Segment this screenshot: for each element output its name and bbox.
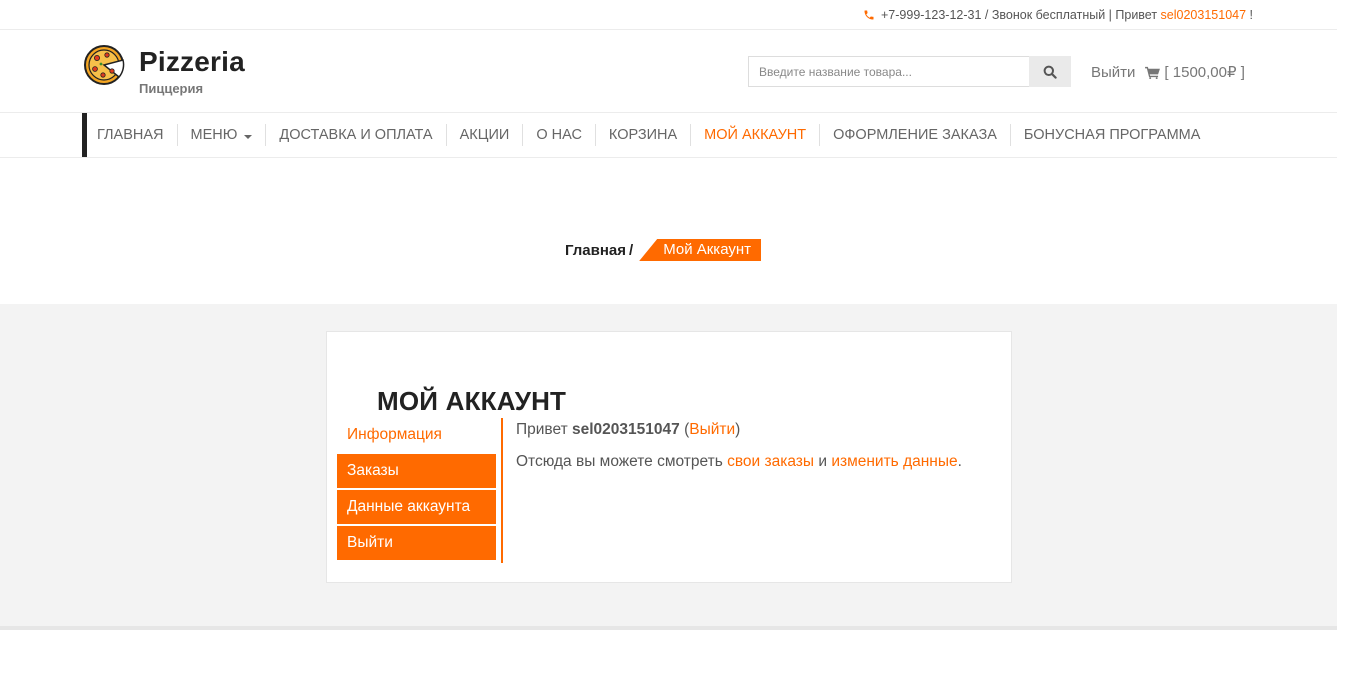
- nav-item-home[interactable]: ГЛАВНАЯ: [87, 124, 177, 146]
- account-card: МОЙ АККАУНТ Информация Заказы Данные акк…: [326, 331, 1012, 583]
- logout-close: ): [735, 421, 741, 438]
- search-form: [748, 56, 1071, 87]
- cart-total: [ 1500,00₽ ]: [1164, 64, 1245, 81]
- nav-item-about[interactable]: О НАС: [522, 124, 595, 146]
- nav-item-cart[interactable]: КОРЗИНА: [594, 124, 690, 146]
- pizza-logo-icon: [84, 45, 125, 85]
- footer-divider: [0, 626, 1337, 630]
- cart-link[interactable]: [ 1500,00₽ ]: [1145, 63, 1245, 81]
- page-title: МОЙ АККАУНТ: [377, 386, 567, 416]
- account-menu-info[interactable]: Информация: [337, 418, 496, 452]
- breadcrumb-separator: /: [629, 241, 634, 259]
- nav-item-label: О НАС: [536, 127, 582, 143]
- desc-and: и: [814, 453, 832, 470]
- topbar-exclaim: !: [1246, 8, 1253, 22]
- site-header: Pizzeria Пиццерия Выйти [ 1500,00₽ ]: [0, 30, 1337, 113]
- account-info: Привет sel0203151047 (Выйти) Отсюда вы м…: [516, 421, 962, 471]
- search-icon: [1043, 65, 1057, 79]
- nav-item-delivery[interactable]: ДОСТАВКА И ОПЛАТА: [265, 124, 445, 146]
- chevron-down-icon: [244, 134, 253, 139]
- breadcrumb: Главная / Мой Аккаунт: [565, 239, 762, 261]
- topbar-username-link[interactable]: sel0203151047: [1161, 8, 1247, 22]
- breadcrumb-current: Мой Аккаунт: [639, 239, 762, 261]
- site-logo[interactable]: Pizzeria Пиццерия: [83, 44, 245, 96]
- account-menu-orders[interactable]: Заказы: [337, 454, 496, 488]
- top-bar: +7-999-123-12-31 / Звонок бесплатный | П…: [0, 0, 1337, 30]
- header-actions: Выйти [ 1500,00₽ ]: [1091, 63, 1245, 82]
- phone-note: / Звонок бесплатный | Привет: [981, 8, 1161, 22]
- logo-subtitle: Пиццерия: [139, 81, 204, 96]
- desc-end: .: [957, 453, 962, 470]
- nav-item-my-account[interactable]: МОЙ АККАУНТ: [690, 124, 819, 146]
- cart-icon: [1145, 66, 1161, 79]
- nav-item-label: ГЛАВНАЯ: [97, 127, 164, 143]
- greeting-logout-link[interactable]: Выйти: [689, 421, 735, 438]
- phone-icon: [864, 10, 874, 20]
- search-button[interactable]: [1029, 56, 1071, 87]
- header-logout-link[interactable]: Выйти: [1091, 64, 1135, 81]
- nav-item-label: БОНУСНАЯ ПРОГРАММА: [1023, 127, 1201, 143]
- nav-item-label: ОФОРМЛЕНИЕ ЗАКАЗА: [833, 127, 997, 143]
- desc-prefix: Отсюда вы можете смотреть: [516, 453, 728, 470]
- greeting-prefix: Привет: [516, 421, 572, 438]
- account-description: Отсюда вы можете смотреть свои заказы и …: [516, 453, 962, 471]
- nav-item-label: КОРЗИНА: [608, 127, 678, 143]
- phone-number: +7-999-123-12-31: [881, 8, 982, 22]
- orders-link[interactable]: свои заказы: [727, 453, 814, 470]
- nav-item-promotions[interactable]: АКЦИИ: [445, 124, 523, 146]
- search-input[interactable]: [748, 56, 1029, 87]
- nav-list: ГЛАВНАЯ МЕНЮ ДОСТАВКА И ОПЛАТА АКЦИИ О Н…: [87, 113, 1213, 157]
- logout-open: (: [679, 421, 690, 438]
- nav-item-label: МЕНЮ: [190, 127, 238, 143]
- greeting-username: sel0203151047: [572, 421, 680, 438]
- top-bar-contact: +7-999-123-12-31 / Звонок бесплатный | П…: [863, 8, 1253, 22]
- breadcrumb-home-link[interactable]: Главная: [565, 242, 626, 259]
- nav-item-bonus[interactable]: БОНУСНАЯ ПРОГРАММА: [1009, 124, 1214, 146]
- nav-item-menu[interactable]: МЕНЮ: [176, 124, 266, 146]
- logo-title: Pizzeria: [139, 46, 245, 77]
- account-divider: [501, 418, 503, 563]
- account-menu-logout[interactable]: Выйти: [337, 526, 496, 560]
- nav-item-label: МОЙ АККАУНТ: [704, 127, 807, 143]
- nav-item-label: ДОСТАВКА И ОПЛАТА: [279, 127, 433, 143]
- main-nav: ГЛАВНАЯ МЕНЮ ДОСТАВКА И ОПЛАТА АКЦИИ О Н…: [0, 113, 1337, 158]
- greeting-line: Привет sel0203151047 (Выйти): [516, 421, 962, 439]
- account-menu: Информация Заказы Данные аккаунта Выйти: [337, 418, 496, 562]
- nav-item-label: АКЦИИ: [459, 127, 510, 143]
- nav-item-checkout[interactable]: ОФОРМЛЕНИЕ ЗАКАЗА: [819, 124, 1010, 146]
- account-menu-details[interactable]: Данные аккаунта: [337, 490, 496, 524]
- edit-details-link[interactable]: изменить данные: [831, 453, 957, 470]
